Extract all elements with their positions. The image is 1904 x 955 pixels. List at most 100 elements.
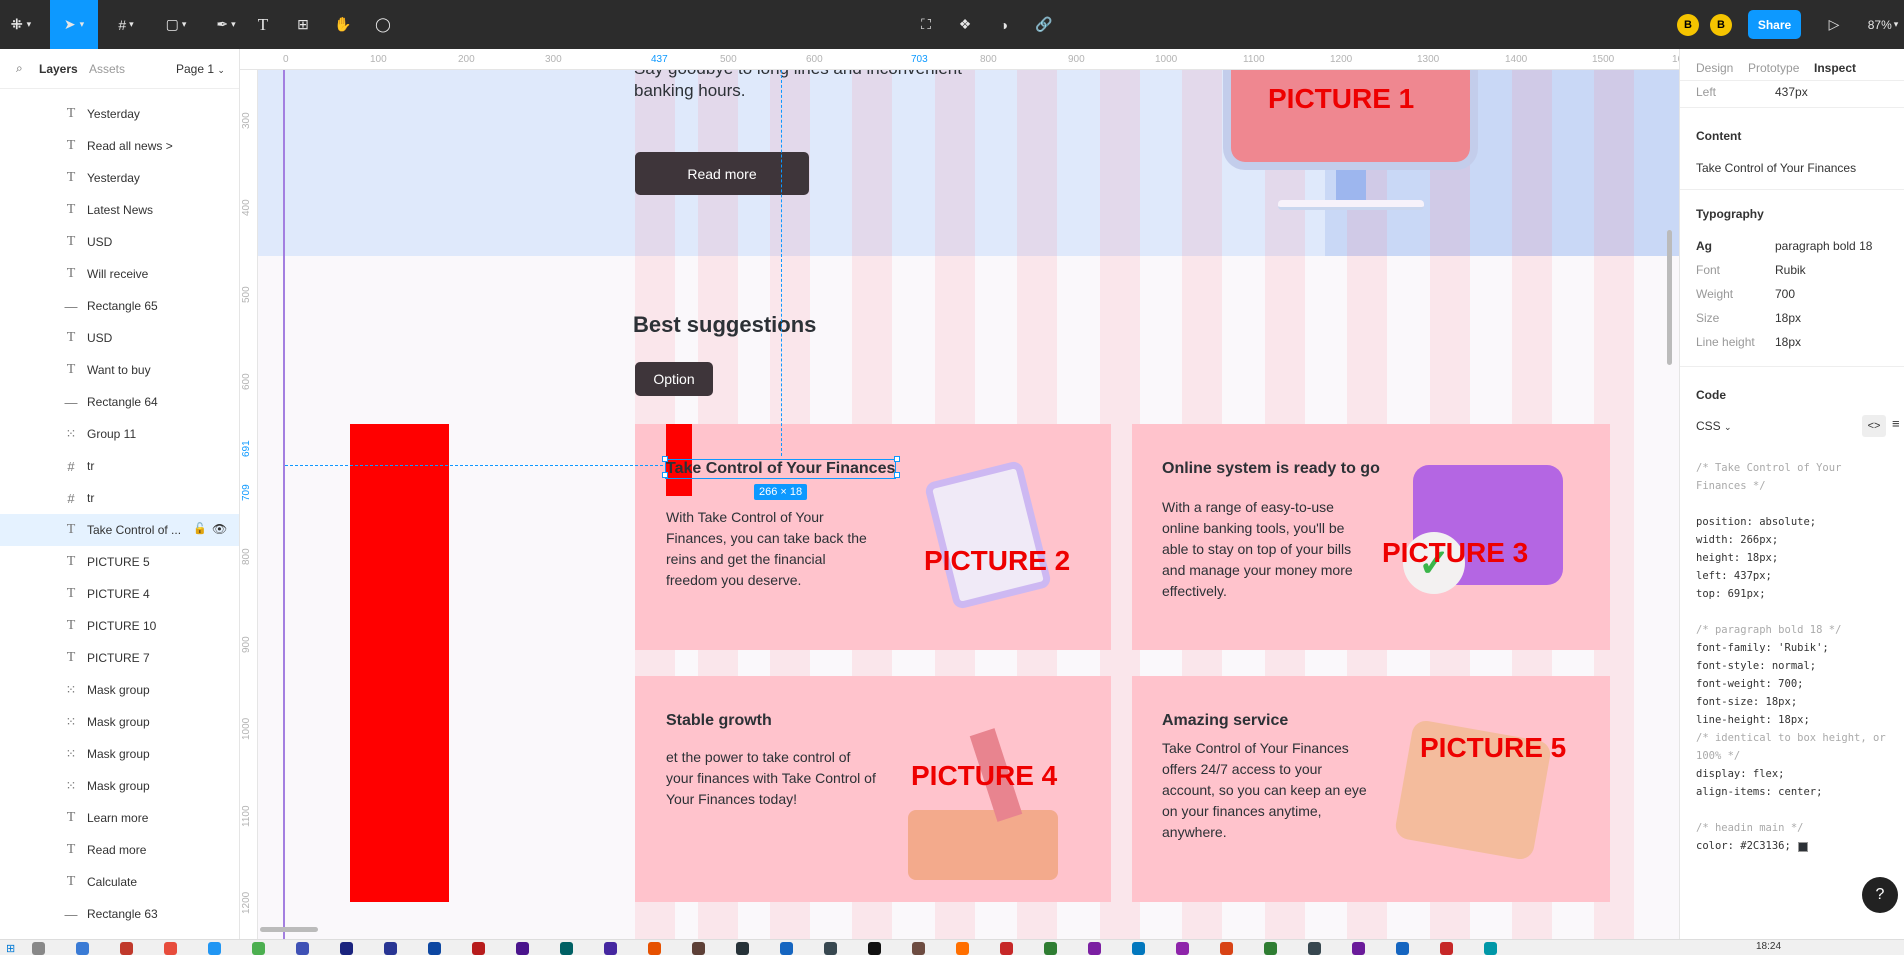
taskbar-app-icon[interactable] xyxy=(956,942,969,955)
property-value[interactable]: 700 xyxy=(1775,287,1795,301)
taskbar-app-icon[interactable] xyxy=(1440,942,1453,955)
layer-row[interactable]: T Take Control of ... 🔓 👁 xyxy=(0,514,239,546)
tab-layers[interactable]: Layers xyxy=(39,62,78,76)
taskbar-app-icon[interactable] xyxy=(32,942,45,955)
layer-row[interactable]: ⁙ Group 11 xyxy=(0,418,239,450)
share-button[interactable]: Share xyxy=(1748,10,1801,39)
read-more-button[interactable]: Read more xyxy=(635,152,809,195)
link-button[interactable]: 🔗 xyxy=(1031,0,1057,49)
unlock-icon[interactable]: 🔓 xyxy=(193,522,207,535)
layer-row[interactable]: — Rectangle 65 xyxy=(0,290,239,322)
taskbar-app-icon[interactable] xyxy=(780,942,793,955)
layer-row[interactable]: ⁙ Mask group xyxy=(0,674,239,706)
taskbar-app-icon[interactable] xyxy=(604,942,617,955)
layer-row[interactable]: T PICTURE 4 xyxy=(0,578,239,610)
layer-row[interactable]: T PICTURE 7 xyxy=(0,642,239,674)
taskbar-app-icon[interactable] xyxy=(1352,942,1365,955)
search-icon[interactable]: ⌕ xyxy=(16,61,23,76)
taskbar-app-icon[interactable] xyxy=(516,942,529,955)
pen-tool-button[interactable]: ✒ ▾ xyxy=(206,0,246,49)
property-value[interactable]: 18px xyxy=(1775,335,1801,349)
help-icon[interactable]: ? xyxy=(1862,877,1898,913)
main-menu-button[interactable]: ⁜ ▾ xyxy=(0,0,42,49)
option-button[interactable]: Option xyxy=(635,362,713,396)
property-value[interactable]: Rubik xyxy=(1775,263,1806,277)
layer-row[interactable]: T USD xyxy=(0,226,239,258)
layer-row[interactable]: T Yesterday xyxy=(0,98,239,130)
avatar[interactable]: B xyxy=(1677,0,1699,49)
taskbar-app-icon[interactable] xyxy=(252,942,265,955)
taskbar-app-icon[interactable] xyxy=(1132,942,1145,955)
taskbar-app-icon[interactable] xyxy=(736,942,749,955)
layer-row[interactable]: T USD xyxy=(0,322,239,354)
taskbar-app-icon[interactable] xyxy=(912,942,925,955)
layer-row[interactable]: # tr xyxy=(0,482,239,514)
taskbar-app-icon[interactable] xyxy=(472,942,485,955)
layer-row[interactable]: ⁙ Mask group xyxy=(0,738,239,770)
taskbar-app-icon[interactable] xyxy=(824,942,837,955)
tab-assets[interactable]: Assets xyxy=(89,62,125,76)
layer-row[interactable]: T Learn more xyxy=(0,802,239,834)
content-value[interactable]: Take Control of Your Finances xyxy=(1696,161,1856,175)
text-tool-button[interactable]: T xyxy=(250,0,276,49)
frame-tool-button[interactable]: # ▾ xyxy=(106,0,146,49)
shape-tool-button[interactable]: ▢ ▾ xyxy=(156,0,196,49)
taskbar-app-icon[interactable] xyxy=(120,942,133,955)
layer-row[interactable]: — Rectangle 63 xyxy=(0,898,239,930)
taskbar-app-icon[interactable] xyxy=(868,942,881,955)
mask-button[interactable]: ◑ xyxy=(991,0,1017,49)
taskbar-app-icon[interactable] xyxy=(1220,942,1233,955)
layer-row[interactable]: T Latest News xyxy=(0,194,239,226)
taskbar-app-icon[interactable] xyxy=(340,942,353,955)
zoom-dropdown[interactable]: 87% ▾ xyxy=(1862,0,1904,49)
taskbar-app-icon[interactable] xyxy=(1264,942,1277,955)
resources-button[interactable]: ⊞ xyxy=(290,0,316,49)
tab-inspect[interactable]: Inspect xyxy=(1814,61,1856,75)
taskbar-app-icon[interactable] xyxy=(1308,942,1321,955)
tab-prototype[interactable]: Prototype xyxy=(1748,61,1799,75)
taskbar-app-icon[interactable] xyxy=(296,942,309,955)
taskbar-app-icon[interactable] xyxy=(648,942,661,955)
avatar[interactable]: B xyxy=(1710,0,1732,49)
taskbar-app-icon[interactable] xyxy=(76,942,89,955)
layer-row[interactable]: — Rectangle 64 xyxy=(0,386,239,418)
wrap-text-icon[interactable]: ≡ xyxy=(1892,416,1900,431)
taskbar-app-icon[interactable] xyxy=(384,942,397,955)
text-style-name[interactable]: paragraph bold 18 xyxy=(1775,239,1872,253)
taskbar-app-icon[interactable] xyxy=(1088,942,1101,955)
property-value[interactable]: 18px xyxy=(1775,311,1801,325)
page-selector[interactable]: Page 1 ⌄ xyxy=(176,62,225,76)
horizontal-scrollbar[interactable] xyxy=(260,927,318,932)
layer-row[interactable]: # tr xyxy=(0,450,239,482)
card-title-take-control[interactable]: Take Control of Your Finances xyxy=(664,459,897,479)
layer-row[interactable]: T Calculate xyxy=(0,866,239,898)
design-canvas[interactable]: Say goodbye to long lines and inconvenie… xyxy=(258,70,1679,939)
present-button[interactable]: ▷ xyxy=(1822,0,1846,49)
comment-tool-button[interactable]: ◯ xyxy=(370,0,396,49)
layer-row[interactable]: T Read all news > xyxy=(0,130,239,162)
layer-row[interactable]: T Will receive xyxy=(0,258,239,290)
taskbar-app-icon[interactable] xyxy=(560,942,573,955)
vertical-scrollbar[interactable] xyxy=(1667,230,1672,365)
eye-icon[interactable]: 👁 xyxy=(212,522,227,536)
taskbar-app-icon[interactable] xyxy=(1176,942,1189,955)
windows-start-icon[interactable]: ⊞ xyxy=(6,942,15,955)
taskbar-app-icon[interactable] xyxy=(208,942,221,955)
taskbar-app-icon[interactable] xyxy=(692,942,705,955)
crop-button[interactable]: ⛶ xyxy=(913,0,939,49)
move-tool-button[interactable]: ➤ ▾ xyxy=(50,0,98,49)
taskbar-app-icon[interactable] xyxy=(1000,942,1013,955)
red-rectangle[interactable] xyxy=(350,424,449,902)
hand-tool-button[interactable]: ✋ xyxy=(330,0,356,49)
layer-row[interactable]: ⁙ Mask group xyxy=(0,706,239,738)
layer-row[interactable]: T Want to buy xyxy=(0,354,239,386)
component-button[interactable]: ❖ xyxy=(952,0,978,49)
taskbar-app-icon[interactable] xyxy=(1396,942,1409,955)
code-view-icon[interactable]: <> xyxy=(1862,415,1886,437)
code-language-dropdown[interactable]: CSS ⌄ xyxy=(1696,419,1732,433)
tab-design[interactable]: Design xyxy=(1696,61,1733,75)
taskbar-app-icon[interactable] xyxy=(1044,942,1057,955)
layer-row[interactable]: T PICTURE 10 xyxy=(0,610,239,642)
taskbar-app-icon[interactable] xyxy=(428,942,441,955)
taskbar-app-icon[interactable] xyxy=(1484,942,1497,955)
